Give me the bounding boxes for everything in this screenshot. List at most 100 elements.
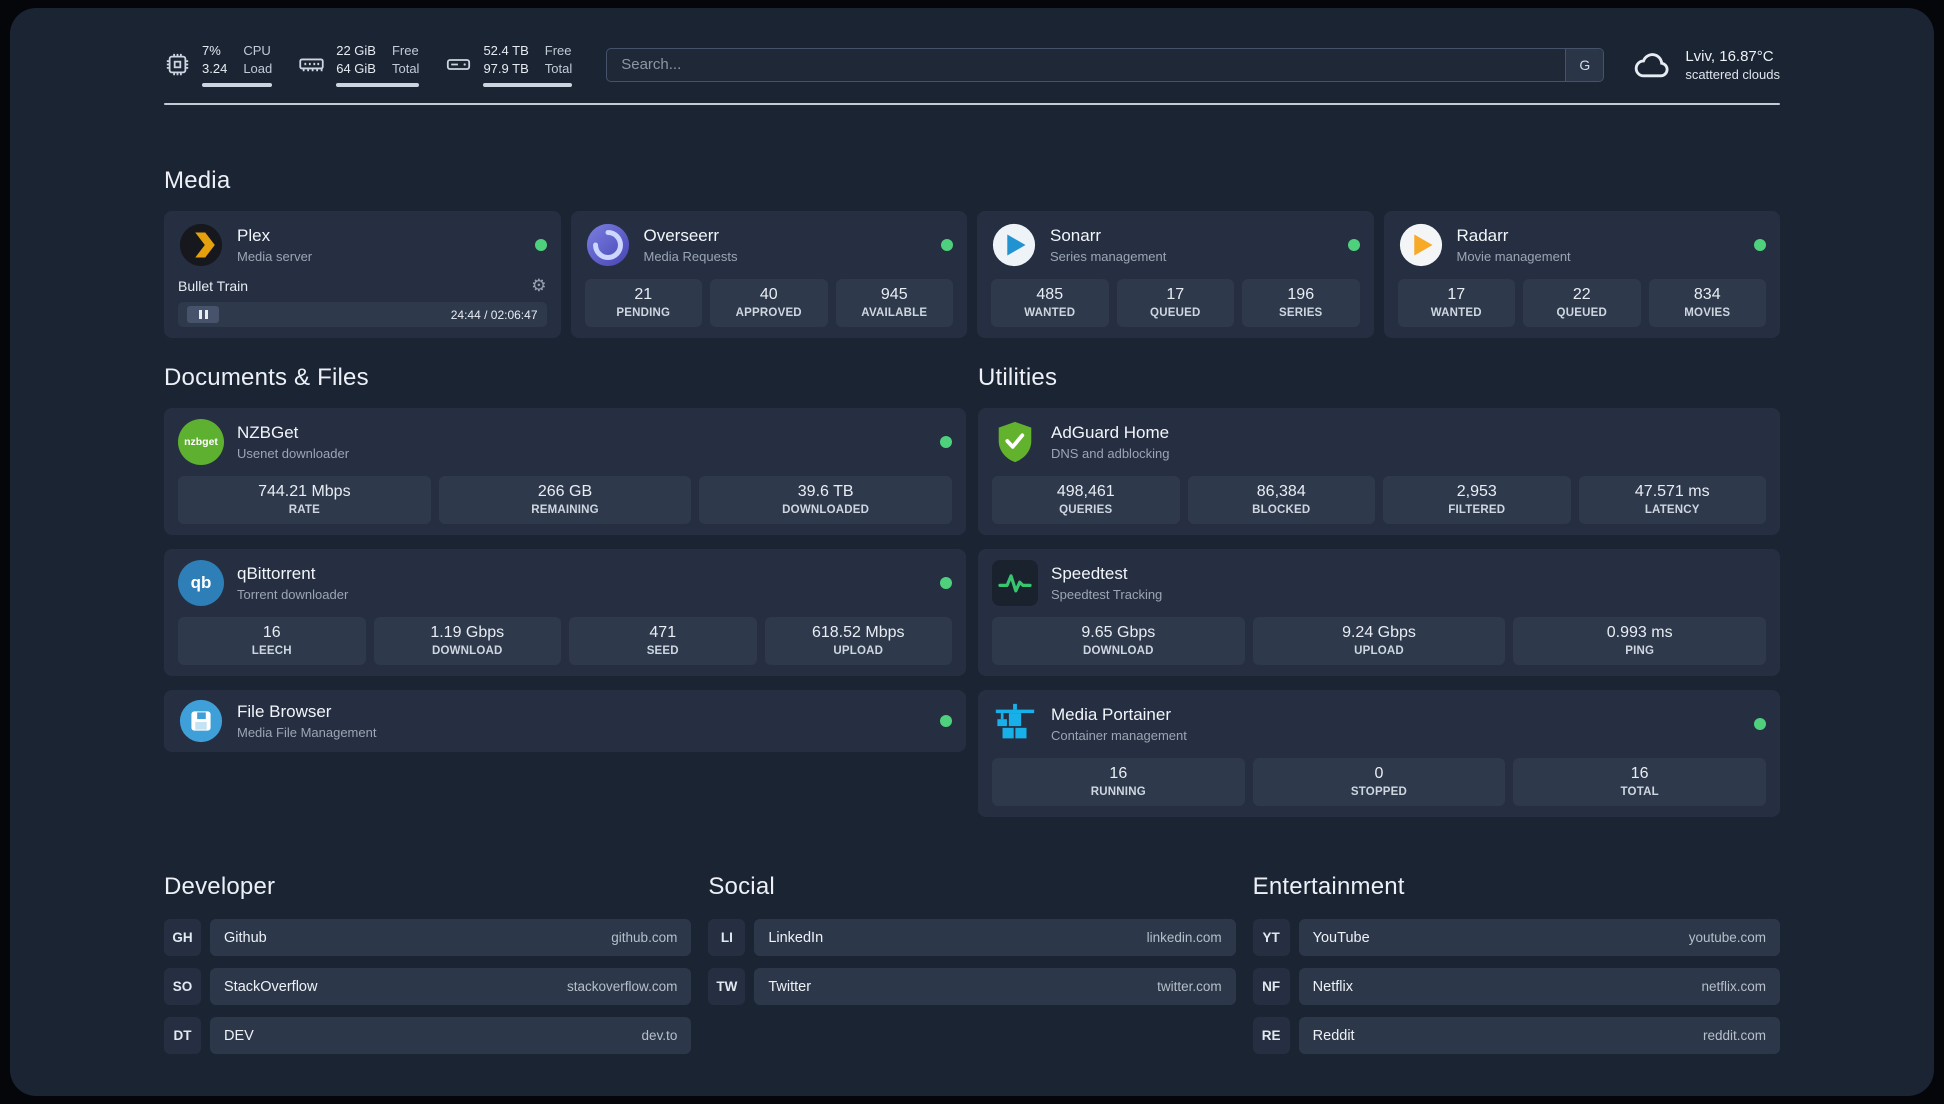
- stat-value: 266 GB: [537, 483, 593, 501]
- stat-value: 9.65 Gbps: [1081, 624, 1156, 642]
- link-name: Netflix: [1312, 978, 1353, 995]
- app-title: AdGuard Home: [1051, 423, 1170, 443]
- link-name: StackOverflow: [224, 978, 318, 995]
- stat-label: UPLOAD: [833, 645, 884, 658]
- stat-tile: 196 SERIES: [1242, 279, 1360, 328]
- app-subtitle: DNS and adblocking: [1051, 446, 1170, 462]
- stat-tile: 39.6 TB DOWNLOADED: [699, 476, 952, 525]
- developer-links-column: Developer GH Github github.com SO StackO…: [164, 873, 692, 1066]
- stat-tile: 485 WANTED: [991, 279, 1109, 328]
- devto-badge-icon: DT: [164, 1017, 201, 1055]
- adguard-icon: [992, 419, 1038, 465]
- link-url: dev.to: [641, 1028, 678, 1044]
- search-bar: G: [606, 47, 1605, 82]
- stat-tile: 471 SEED: [569, 617, 757, 666]
- status-dot: [941, 239, 953, 252]
- link-name: Github: [224, 929, 267, 946]
- link-linkedin[interactable]: LI LinkedIn linkedin.com: [708, 919, 1236, 957]
- filebrowser-card[interactable]: File Browser Media File Management: [164, 690, 966, 753]
- stat-value: 9.24 Gbps: [1342, 624, 1416, 642]
- playback-time: 24:44 / 02:06:47: [450, 307, 538, 322]
- stat-tile: 2,953 FILTERED: [1383, 476, 1571, 525]
- adguard-card[interactable]: AdGuard Home DNS and adblocking 498,461 …: [978, 408, 1780, 536]
- link-netflix[interactable]: NF Netflix netflix.com: [1252, 968, 1780, 1006]
- search-input[interactable]: [607, 48, 1566, 81]
- sonarr-card[interactable]: Sonarr Series management 485 WANTED 17 Q…: [977, 211, 1374, 339]
- social-links-column: Social LI LinkedIn linkedin.com TW Twitt…: [708, 873, 1236, 1066]
- stat-tile: 1.19 Gbps DOWNLOAD: [373, 617, 561, 666]
- stat-label: DOWNLOADED: [782, 504, 870, 517]
- stat-label: AVAILABLE: [861, 307, 928, 320]
- app-title: NZBGet: [237, 423, 299, 443]
- app-title: Speedtest: [1051, 564, 1128, 584]
- status-dot: [1754, 718, 1766, 731]
- link-name: LinkedIn: [768, 929, 824, 946]
- now-playing-title: Bullet Train: [178, 277, 249, 294]
- stat-label: BLOCKED: [1252, 504, 1311, 517]
- status-dot: [940, 436, 952, 449]
- stat-label: DOWNLOAD: [431, 645, 503, 658]
- stat-tile: 40 APPROVED: [710, 279, 828, 328]
- ram-total-label: Total: [391, 60, 420, 76]
- link-twitter[interactable]: TW Twitter twitter.com: [708, 968, 1236, 1006]
- status-dot: [1347, 239, 1360, 252]
- sonarr-icon: [991, 222, 1037, 268]
- stat-value: 17: [1447, 286, 1466, 304]
- stat-tile: 498,461 QUERIES: [992, 476, 1180, 525]
- stat-tile: 266 GB REMAINING: [438, 476, 692, 525]
- link-reddit[interactable]: RE Reddit reddit.com: [1252, 1017, 1780, 1055]
- stat-label: QUEUED: [1150, 307, 1201, 320]
- stat-value: 17: [1166, 286, 1185, 304]
- stat-label: RUNNING: [1090, 786, 1146, 799]
- cpu-stats-widget: 7% 3.24 CPU Load: [164, 42, 273, 88]
- utilities-column: Utilities AdGuard Home DNS and adblockin…: [978, 364, 1780, 818]
- stat-value: 16: [1630, 765, 1649, 783]
- stat-label: LEECH: [251, 645, 292, 658]
- stat-tile: 16 LEECH: [178, 617, 366, 666]
- plex-card[interactable]: Plex Media server Bullet Train ⚙ 24:44 /…: [164, 211, 561, 339]
- portainer-card[interactable]: Media Portainer Container management 16 …: [978, 690, 1780, 818]
- link-dev-to[interactable]: DT DEV dev.to: [164, 1017, 692, 1055]
- disk-icon: [445, 51, 472, 78]
- qbittorrent-card[interactable]: qb qBittorrent Torrent downloader 16 LEE…: [164, 549, 966, 677]
- gear-icon[interactable]: ⚙: [531, 277, 546, 294]
- stackoverflow-badge-icon: SO: [164, 968, 201, 1006]
- stat-label: LATENCY: [1644, 504, 1700, 517]
- app-title: Radarr: [1456, 226, 1509, 246]
- pause-icon[interactable]: [187, 306, 219, 324]
- link-github[interactable]: GH Github github.com: [164, 919, 692, 957]
- app-subtitle: Container management: [1051, 728, 1187, 744]
- playback-progress-bar[interactable]: 24:44 / 02:06:47: [178, 302, 547, 328]
- speedtest-card[interactable]: Speedtest Speedtest Tracking 9.65 Gbps D…: [978, 549, 1780, 677]
- stat-value: 498,461: [1056, 483, 1115, 501]
- nzbget-card[interactable]: nzbget NZBGet Usenet downloader 744.21 M…: [164, 408, 966, 536]
- stat-value: 0: [1374, 765, 1384, 783]
- link-stackoverflow[interactable]: SO StackOverflow stackoverflow.com: [164, 968, 692, 1006]
- stat-value: 471: [649, 624, 677, 642]
- disk-progress-bar: [483, 83, 573, 88]
- search-engine-button[interactable]: G: [1565, 48, 1604, 81]
- stat-label: PENDING: [616, 307, 671, 320]
- link-url: netflix.com: [1701, 979, 1766, 995]
- media-section-heading: Media: [164, 167, 231, 195]
- utilities-section-heading: Utilities: [978, 364, 1058, 392]
- stat-tile: 17 QUEUED: [1116, 279, 1234, 328]
- stat-value: 16: [1109, 765, 1128, 783]
- stat-label: PING: [1625, 645, 1655, 658]
- plex-now-playing-widget: Bullet Train ⚙ 24:44 / 02:06:47: [178, 277, 547, 328]
- app-subtitle: Speedtest Tracking: [1051, 587, 1163, 603]
- stat-tile: 834 MOVIES: [1648, 279, 1766, 328]
- stat-value: 0.993 ms: [1606, 624, 1673, 642]
- radarr-card[interactable]: Radarr Movie management 17 WANTED 22 QUE…: [1383, 211, 1780, 339]
- link-url: reddit.com: [1702, 1028, 1766, 1044]
- stat-label: UPLOAD: [1354, 645, 1404, 658]
- app-title: Media Portainer: [1051, 705, 1172, 725]
- stat-value: 86,384: [1256, 483, 1306, 501]
- portainer-icon: [992, 701, 1038, 747]
- stat-value: 16: [262, 624, 281, 642]
- link-name: Twitter: [768, 978, 812, 995]
- stat-tile: 945 AVAILABLE: [835, 279, 953, 328]
- overseerr-card[interactable]: Overseerr Media Requests 21 PENDING 40 A…: [570, 211, 967, 339]
- dashboard-panel: 7% 3.24 CPU Load 22 GiB 64 GiB Free Tota…: [10, 8, 1934, 1096]
- link-youtube[interactable]: YT YouTube youtube.com: [1252, 919, 1780, 957]
